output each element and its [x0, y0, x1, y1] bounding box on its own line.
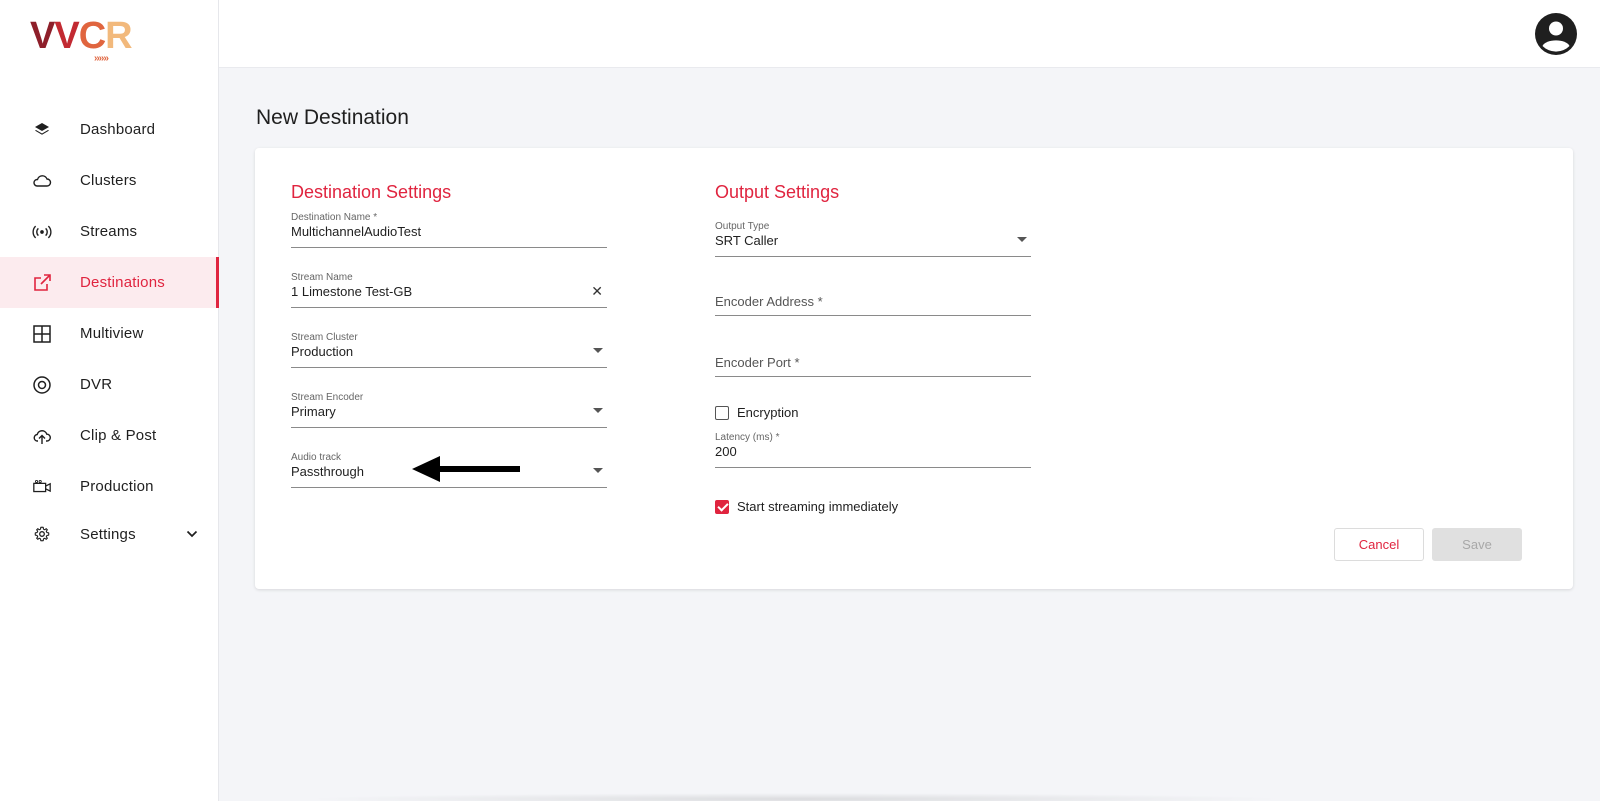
sidebar-item-label: DVR: [80, 376, 113, 393]
sidebar-item-label: Dashboard: [80, 121, 156, 138]
chevron-down-icon[interactable]: [186, 525, 198, 543]
app-logo[interactable]: VVCR ››››››: [30, 16, 140, 66]
stream-cluster-select[interactable]: Stream Cluster Production: [291, 332, 607, 368]
cloud-upload-icon: [32, 426, 52, 446]
start-streaming-label: Start streaming immediately: [737, 499, 899, 514]
stream-cluster-label: Stream Cluster: [291, 332, 358, 343]
stream-encoder-label: Stream Encoder: [291, 392, 364, 403]
sidebar-item-label: Settings: [80, 525, 136, 543]
logo-letter-v2: V: [54, 15, 79, 57]
output-type-label: Output Type: [715, 221, 770, 232]
stream-name-label: Stream Name: [291, 272, 353, 283]
output-type-select[interactable]: Output Type SRT Caller: [715, 221, 1031, 257]
page-title: New Destination: [256, 106, 409, 129]
destination-name-label: Destination Name *: [291, 212, 378, 223]
sidebar-item-destinations[interactable]: Destinations: [0, 257, 219, 308]
bottom-shadow: [300, 793, 1290, 801]
sidebar-item-label: Clusters: [80, 172, 137, 189]
sidebar-item-label: Streams: [80, 223, 138, 240]
output-type-value: SRT Caller: [715, 233, 779, 248]
sidebar-item-clip-post[interactable]: Clip & Post: [0, 410, 219, 461]
stream-cluster-value: Production: [291, 344, 354, 359]
sidebar-item-label: Destinations: [80, 274, 165, 291]
disc-icon: [32, 375, 52, 395]
encoder-address-input[interactable]: Encoder Address *: [715, 280, 1031, 316]
encoder-port-placeholder: Encoder Port *: [715, 355, 800, 370]
sidebar-item-label: Multiview: [80, 325, 144, 342]
grid-icon: [32, 324, 52, 344]
dropdown-arrow-icon: [593, 468, 603, 473]
camera-icon: [32, 477, 52, 497]
logo-letter-r: R: [105, 15, 132, 57]
top-bar: [219, 0, 1600, 68]
sidebar-item-production[interactable]: Production: [0, 461, 219, 512]
sidebar: VVCR ›››››› Dashboard Clusters Streams D…: [0, 0, 219, 801]
output-settings-title: Output Settings: [715, 182, 840, 202]
logo-letter-v1: V: [30, 15, 55, 57]
encryption-checkbox[interactable]: [715, 405, 729, 420]
stream-name-value: 1 Limestone Test-GB: [291, 284, 413, 299]
gear-icon: [32, 524, 52, 544]
stream-name-field[interactable]: Stream Name 1 Limestone Test-GB ✕: [291, 272, 607, 308]
cancel-button[interactable]: Cancel: [1334, 528, 1424, 561]
destination-form-card: Destination Settings Destination Name * …: [255, 148, 1573, 589]
layers-icon: [32, 120, 52, 140]
audio-track-value: Passthrough: [291, 464, 364, 479]
sidebar-item-settings[interactable]: Settings: [0, 512, 219, 556]
dropdown-arrow-icon: [593, 408, 603, 413]
sidebar-item-clusters[interactable]: Clusters: [0, 155, 219, 206]
destination-name-field[interactable]: Destination Name * MultichannelAudioTest: [291, 212, 607, 248]
encoder-address-placeholder: Encoder Address *: [715, 294, 823, 309]
encryption-checkbox-row[interactable]: Encryption: [715, 405, 798, 420]
encryption-label: Encryption: [737, 405, 799, 420]
sidebar-item-dvr[interactable]: DVR: [0, 359, 219, 410]
sidebar-item-streams[interactable]: Streams: [0, 206, 219, 257]
sidebar-nav: Dashboard Clusters Streams Destinations …: [0, 104, 219, 556]
latency-label: Latency (ms) *: [715, 432, 780, 443]
stream-encoder-select[interactable]: Stream Encoder Primary: [291, 392, 607, 428]
audio-track-label: Audio track: [291, 452, 342, 463]
broadcast-icon: [32, 222, 52, 242]
dropdown-arrow-icon: [593, 348, 603, 353]
start-streaming-checkbox-row[interactable]: Start streaming immediately: [715, 499, 898, 514]
sidebar-item-label: Clip & Post: [80, 427, 157, 444]
destination-settings-title: Destination Settings: [291, 182, 452, 202]
left-arrow-icon: [410, 454, 522, 484]
close-icon[interactable]: ✕: [591, 283, 603, 300]
external-link-icon: [32, 273, 52, 293]
destination-name-value: MultichannelAudioTest: [291, 224, 422, 239]
dropdown-arrow-icon: [1017, 237, 1027, 242]
latency-input[interactable]: Latency (ms) * 200: [715, 432, 1031, 468]
start-streaming-checkbox[interactable]: [715, 499, 729, 514]
encoder-port-input[interactable]: Encoder Port *: [715, 341, 1031, 377]
logo-letter-c: C: [78, 15, 106, 57]
sidebar-item-label: Production: [80, 478, 154, 495]
sidebar-item-dashboard[interactable]: Dashboard: [0, 104, 219, 155]
latency-value: 200: [715, 444, 737, 459]
stream-encoder-value: Primary: [291, 404, 336, 419]
save-button[interactable]: Save: [1432, 528, 1522, 561]
cloud-icon: [32, 171, 52, 191]
sidebar-item-multiview[interactable]: Multiview: [0, 308, 219, 359]
logo-chevrons-icon: ››››››: [94, 53, 109, 64]
account-circle-icon[interactable]: [1534, 12, 1578, 56]
